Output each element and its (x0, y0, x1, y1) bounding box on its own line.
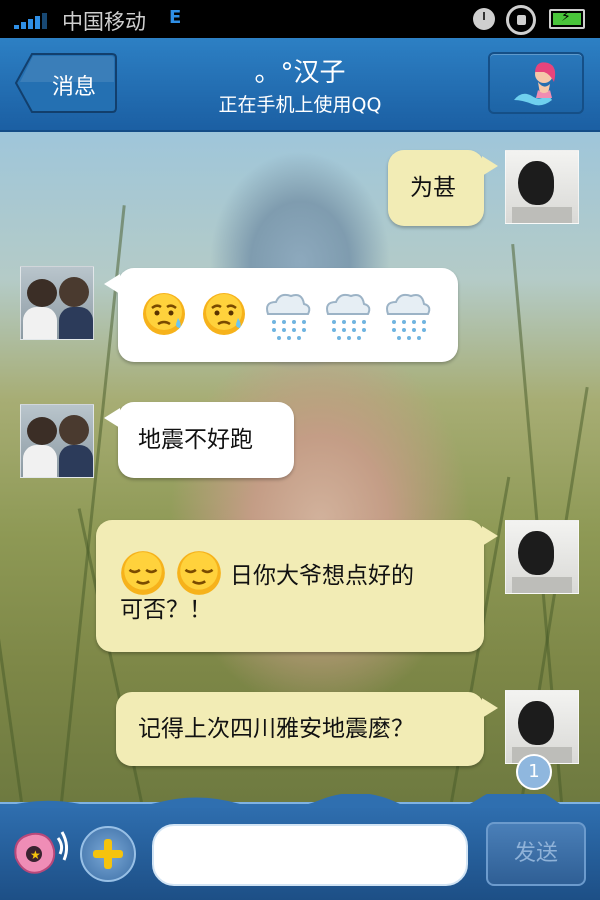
wave-decoration (0, 794, 600, 808)
network-type: E (169, 7, 182, 28)
rain-cloud-icon (266, 293, 311, 340)
message-text: 日你大爷想点好的 (230, 563, 414, 589)
rain-cloud-icon (326, 293, 371, 340)
message-text: 可否？！ (120, 597, 212, 623)
message-bubble[interactable]: 地震不好跑 (104, 402, 294, 478)
chat-area[interactable]: 为甚 地震不好跑 日你大爷想点好的 可否？！ 记得上次四川雅安地震麼？ (0, 132, 600, 802)
send-button[interactable]: 发送 (486, 822, 586, 886)
message-input[interactable] (152, 824, 468, 886)
avatar[interactable] (505, 150, 579, 224)
rotate-lock-icon (506, 5, 536, 35)
message-bubble[interactable] (104, 268, 458, 362)
sweat-face-icon (143, 293, 185, 335)
battery-charging-icon: ⚡ (549, 9, 585, 29)
avatar[interactable] (20, 266, 94, 340)
message-bubble[interactable]: 日你大爷想点好的 可否？！ (96, 520, 498, 652)
status-bar: 中国移动 E ⚡ (0, 0, 600, 38)
title-bar: 消息 。°汉子 正在手机上使用QQ (0, 38, 600, 132)
message-text: 地震不好跑 (138, 427, 253, 453)
signal-icon (14, 13, 54, 29)
message-bubble[interactable]: 为甚 (388, 150, 498, 226)
sweat-face-icon (203, 293, 245, 335)
plus-button[interactable] (80, 826, 136, 882)
avatar[interactable] (20, 404, 94, 478)
avatar[interactable] (505, 520, 579, 594)
mermaid-icon (514, 62, 556, 106)
rain-cloud-icon (386, 293, 431, 340)
carrier-label: 中国移动 (62, 10, 146, 34)
clock-icon (473, 8, 495, 30)
unread-badge[interactable]: 1 (516, 754, 552, 790)
message-text: 为甚 (410, 175, 456, 201)
avatar[interactable] (505, 690, 579, 764)
relieved-face-icon (177, 551, 221, 595)
message-bubble[interactable]: 记得上次四川雅安地震麼？ (116, 692, 498, 766)
profile-button[interactable] (488, 52, 584, 114)
input-bar: ★ 发送 (0, 794, 600, 900)
message-text: 记得上次四川雅安地震麼？ (138, 716, 414, 742)
relieved-face-icon (121, 551, 165, 595)
shell-voice-icon[interactable]: ★ (10, 822, 72, 884)
svg-text:★: ★ (30, 848, 41, 862)
